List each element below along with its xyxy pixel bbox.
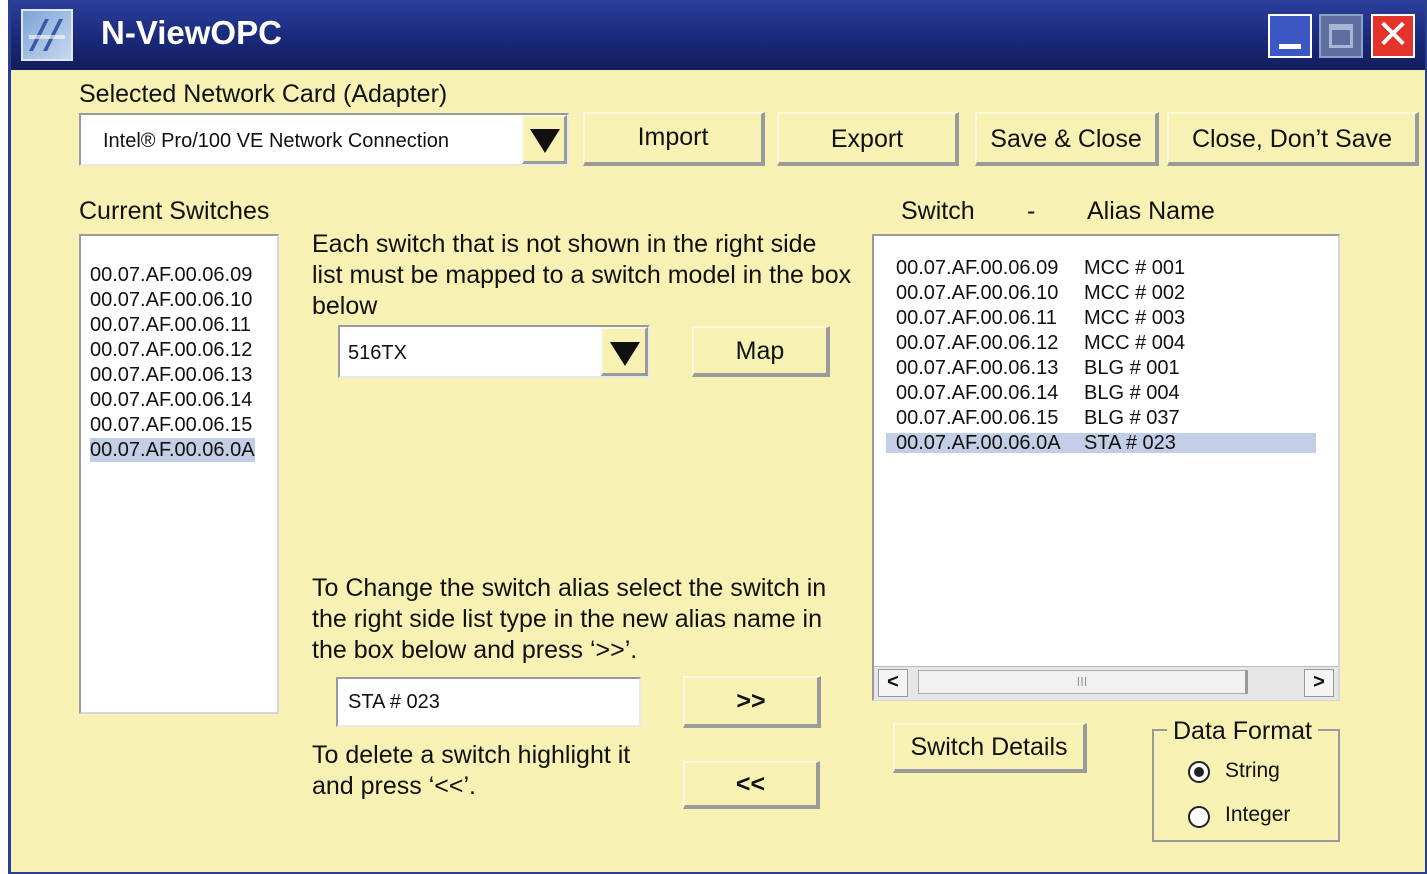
table-row[interactable]: 00.07.AF.00.06.14 BLG # 004 <box>886 382 1316 404</box>
table-row[interactable]: 00.07.AF.00.06.0A STA # 023 <box>886 432 1316 454</box>
import-button[interactable]: Import <box>583 112 765 166</box>
model-dropdown-button[interactable] <box>601 327 648 376</box>
add-alias-button[interactable]: >> <box>683 676 821 728</box>
table-row[interactable]: 00.07.AF.00.06.10 MCC # 002 <box>886 282 1316 304</box>
adapter-label: Selected Network Card (Adapter) <box>79 80 448 108</box>
row-switch-id: 00.07.AF.00.06.14 <box>896 382 1059 404</box>
map-button[interactable]: Map <box>692 326 830 377</box>
map-instructions: Each switch that is not shown in the rig… <box>312 230 852 320</box>
adapter-select[interactable]: Intel® Pro/100 VE Network Connection <box>79 113 569 166</box>
alias-header-separator: - <box>1027 197 1036 225</box>
alias-list[interactable]: 00.07.AF.00.06.09 MCC # 001 00.07.AF.00.06… <box>872 234 1340 701</box>
title-bar[interactable]: N-ViewOPC ✕ <box>11 0 1425 70</box>
list-item[interactable]: 00.07.AF.00.06.09 <box>90 263 252 287</box>
switch-details-button[interactable]: Switch Details <box>893 723 1087 773</box>
alias-input-value: STA # 023 <box>348 691 440 713</box>
minimize-icon[interactable] <box>1268 14 1312 58</box>
delete-button[interactable]: << <box>683 761 820 809</box>
row-alias: BLG # 037 <box>1084 407 1180 429</box>
table-row[interactable]: 00.07.AF.00.06.09 MCC # 001 <box>886 257 1316 279</box>
close-icon[interactable]: ✕ <box>1371 13 1415 58</box>
current-switches-list[interactable]: 00.07.AF.00.06.09 00.07.AF.00.06.10 00.07.… <box>79 234 279 714</box>
list-item[interactable]: 00.07.AF.00.06.15 <box>90 413 252 437</box>
row-switch-id: 00.07.AF.00.06.0A <box>896 432 1061 454</box>
alias-list-rows: 00.07.AF.00.06.09 MCC # 001 00.07.AF.00.06… <box>874 236 1338 656</box>
maximize-icon[interactable] <box>1319 14 1363 58</box>
dropdown-arrow-icon <box>610 342 640 366</box>
app-logo-icon <box>21 9 73 61</box>
list-item[interactable]: 00.07.AF.00.06.0A <box>90 438 255 462</box>
row-alias: BLG # 004 <box>1084 382 1180 404</box>
list-item[interactable]: 00.07.AF.00.06.13 <box>90 363 252 387</box>
row-alias: MCC # 002 <box>1084 282 1186 304</box>
list-item[interactable]: 00.07.AF.00.06.10 <box>90 288 252 312</box>
alias-instructions: To Change the switch alias select the sw… <box>312 574 827 664</box>
current-switches-label: Current Switches <box>79 197 270 225</box>
delete-instructions: To delete a switch highlight it and pres… <box>312 741 631 800</box>
row-switch-id: 00.07.AF.00.06.12 <box>896 332 1059 354</box>
horizontal-scrollbar[interactable]: < III > <box>874 666 1338 700</box>
row-alias: MCC # 004 <box>1084 332 1186 354</box>
dropdown-arrow-icon <box>530 129 560 153</box>
data-format-label: Data Format <box>1167 717 1318 746</box>
table-row[interactable]: 00.07.AF.00.06.12 MCC # 004 <box>886 332 1316 354</box>
alias-header-switch: Switch <box>901 197 975 225</box>
table-row[interactable]: 00.07.AF.00.06.11 MCC # 003 <box>886 307 1316 329</box>
close-no-save-button[interactable]: Close, Don’t Save <box>1167 112 1419 166</box>
row-switch-id: 00.07.AF.00.06.10 <box>896 282 1059 304</box>
row-switch-id: 00.07.AF.00.06.11 <box>896 307 1057 329</box>
scroll-left-button[interactable]: < <box>878 669 908 697</box>
row-alias: BLG # 001 <box>1084 357 1180 379</box>
row-alias: MCC # 003 <box>1084 307 1186 329</box>
list-item[interactable]: 00.07.AF.00.06.12 <box>90 338 252 362</box>
scroll-right-button[interactable]: > <box>1304 669 1334 697</box>
adapter-dropdown-button[interactable] <box>522 115 567 164</box>
model-value: 516TX <box>348 342 407 364</box>
table-row[interactable]: 00.07.AF.00.06.13 BLG # 001 <box>886 357 1316 379</box>
export-button[interactable]: Export <box>777 112 959 166</box>
save-close-button[interactable]: Save & Close <box>975 112 1159 166</box>
model-select[interactable]: 516TX <box>338 325 650 378</box>
radio-string-label[interactable]: String <box>1225 759 1280 783</box>
scroll-thumb[interactable]: III <box>918 670 1248 694</box>
list-item[interactable]: 00.07.AF.00.06.11 <box>90 313 251 337</box>
adapter-value: Intel® Pro/100 VE Network Connection <box>103 130 450 152</box>
row-alias: MCC # 001 <box>1084 257 1186 279</box>
radio-string[interactable] <box>1188 761 1210 783</box>
window-title: N-ViewOPC <box>101 14 282 51</box>
radio-integer[interactable] <box>1188 806 1210 828</box>
alias-input[interactable]: STA # 023 <box>336 677 641 727</box>
list-item[interactable]: 00.07.AF.00.06.14 <box>90 388 252 412</box>
radio-integer-label[interactable]: Integer <box>1225 803 1290 827</box>
row-switch-id: 00.07.AF.00.06.15 <box>896 407 1059 429</box>
alias-header-alias: Alias Name <box>1087 197 1215 225</box>
main-window: N-ViewOPC ✕ Selected Network Card (Adapt… <box>8 0 1427 874</box>
table-row[interactable]: 00.07.AF.00.06.15 BLG # 037 <box>886 407 1316 429</box>
row-switch-id: 00.07.AF.00.06.13 <box>896 357 1059 379</box>
row-alias: STA # 023 <box>1084 432 1176 454</box>
row-switch-id: 00.07.AF.00.06.09 <box>896 257 1059 279</box>
